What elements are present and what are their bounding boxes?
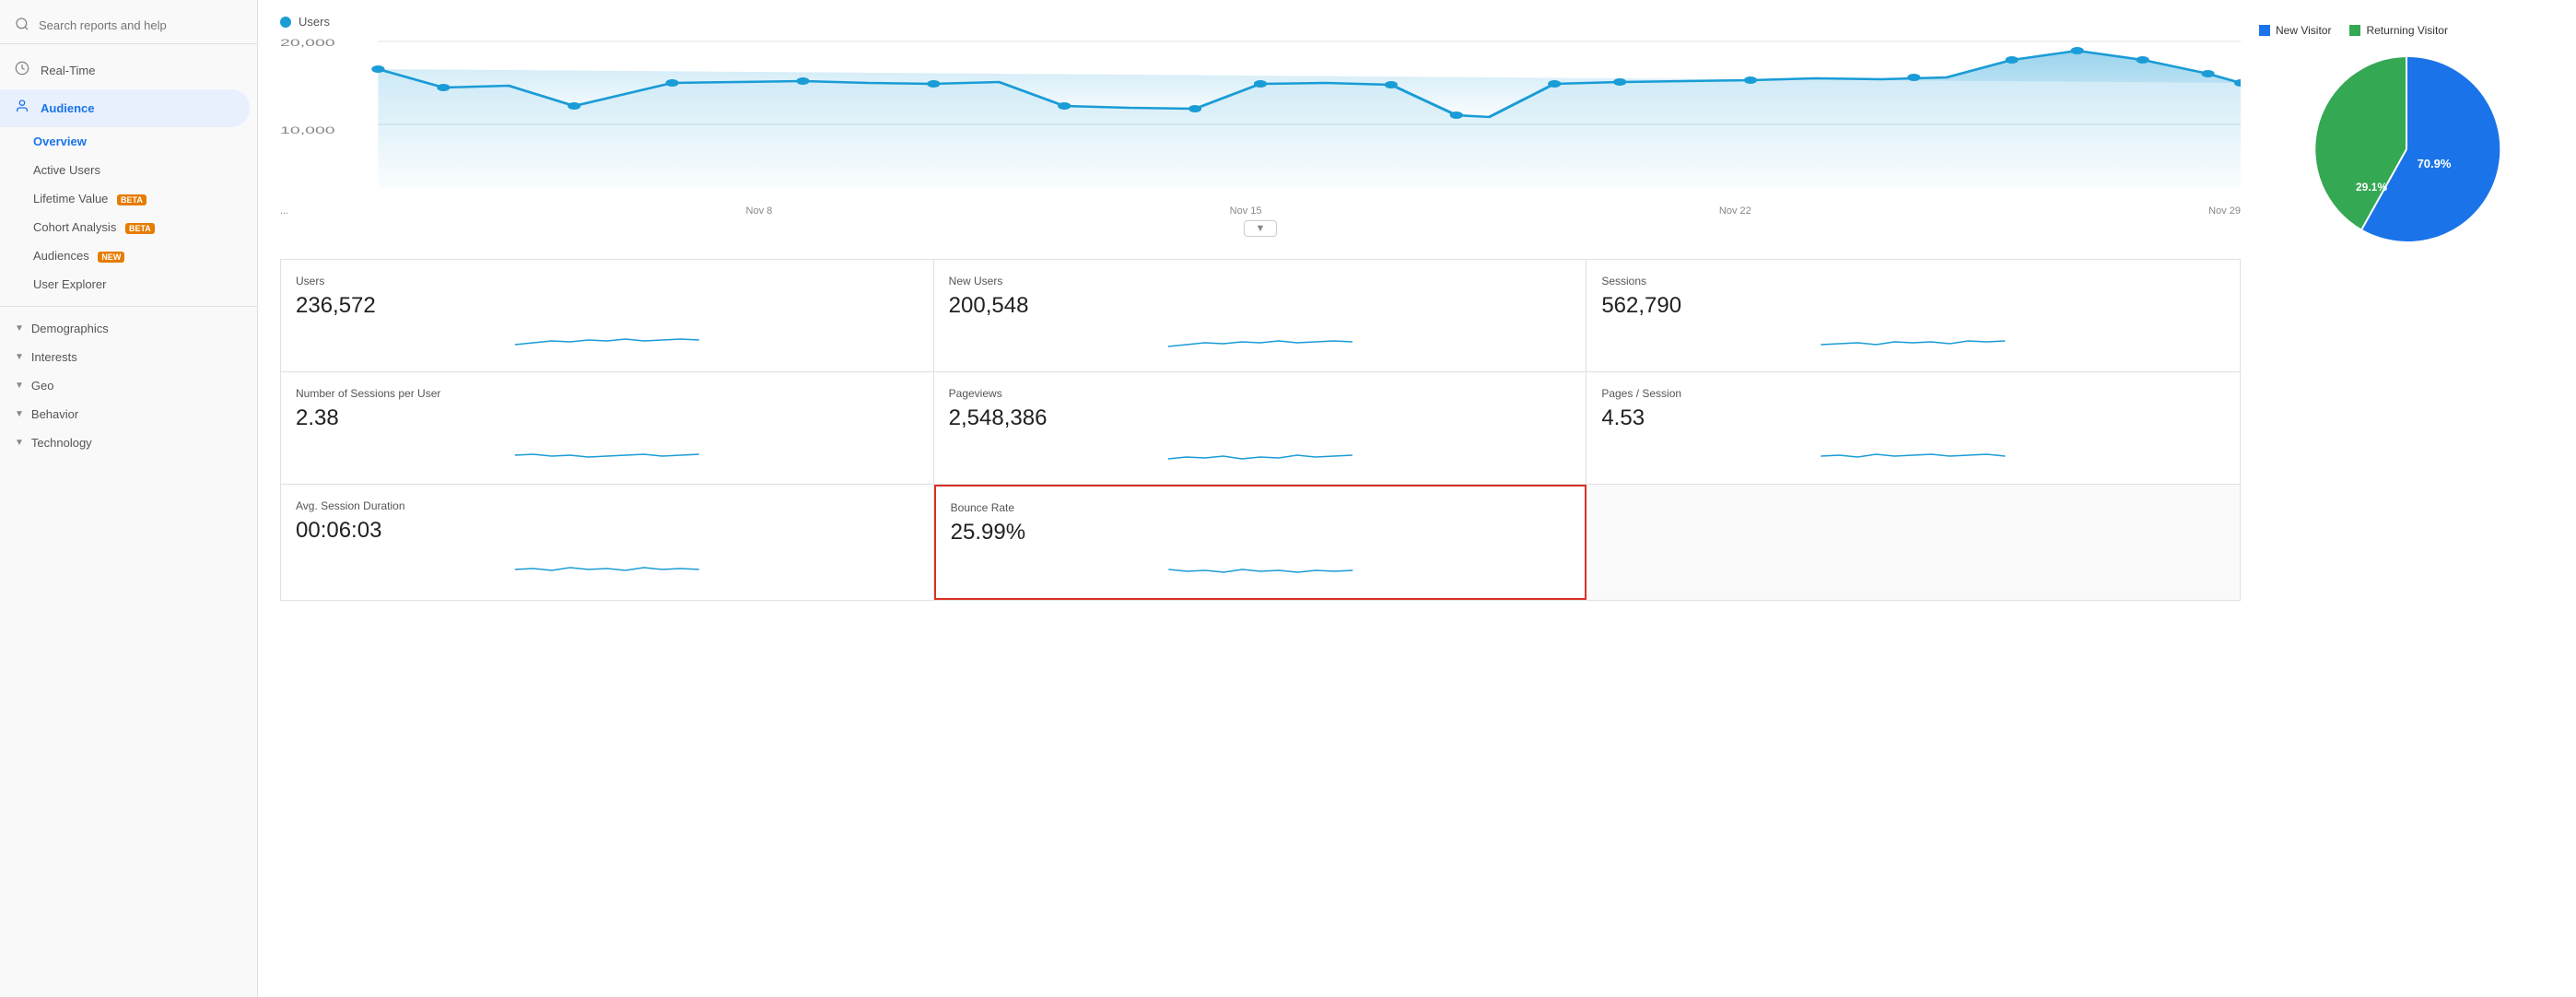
chart-header: Users	[280, 15, 2241, 29]
left-content: Users 20,000 10,000	[280, 15, 2259, 601]
metric-value: 562,790	[1601, 293, 2225, 319]
beta-badge: BETA	[117, 194, 146, 205]
metric-card-sessions: Sessions 562,790	[1587, 260, 2240, 372]
sidebar-sub-audiences[interactable]: Audiences NEW	[0, 241, 257, 270]
search-bar[interactable]	[0, 7, 257, 44]
pie-chart: 70.9% 29.1%	[2305, 48, 2508, 251]
svg-text:10,000: 10,000	[280, 125, 335, 136]
arrow-icon: ▼	[15, 352, 24, 362]
separator	[0, 306, 257, 307]
x-label-4: Nov 29	[2208, 205, 2241, 217]
new-visitor-label: New Visitor	[2276, 24, 2331, 37]
sidebar-sub-lifetime-value[interactable]: Lifetime Value BETA	[0, 184, 257, 213]
metric-value: 2,548,386	[949, 405, 1572, 431]
arrow-icon: ▼	[15, 381, 24, 391]
metric-value: 236,572	[296, 293, 919, 319]
sparkline-users	[296, 326, 919, 354]
sparkline-pps	[1601, 439, 2225, 466]
metric-label: Number of Sessions per User	[296, 387, 919, 400]
x-label-2: Nov 15	[1230, 205, 1262, 217]
sidebar-sub-cohort[interactable]: Cohort Analysis BETA	[0, 213, 257, 241]
pie-legend: New Visitor Returning Visitor	[2259, 24, 2554, 37]
pie-chart-wrapper: 70.9% 29.1%	[2305, 48, 2508, 251]
search-input[interactable]	[39, 18, 242, 32]
metric-card-avg-session: Avg. Session Duration 00:06:03	[281, 485, 934, 600]
metric-label: Pages / Session	[1601, 387, 2225, 400]
sidebar-collapsible-behavior[interactable]: ▼ Behavior	[0, 400, 257, 428]
metric-label: Bounce Rate	[951, 501, 1571, 514]
metric-card-pageviews: Pageviews 2,548,386	[934, 372, 1587, 485]
metric-label: Pageviews	[949, 387, 1572, 400]
sidebar-item-label: Real-Time	[41, 64, 95, 77]
new-visitor-pct-label: 70.9%	[2418, 157, 2452, 170]
audience-icon	[15, 99, 29, 118]
new-visitor-dot	[2259, 25, 2270, 36]
returning-visitor-label: Returning Visitor	[2366, 24, 2448, 37]
realtime-icon	[15, 61, 29, 80]
metric-value: 00:06:03	[296, 518, 919, 544]
returning-visitor-pct-label: 29.1%	[2356, 181, 2387, 194]
metric-value: 25.99%	[951, 520, 1571, 545]
arrow-icon: ▼	[15, 323, 24, 334]
search-icon	[15, 17, 29, 34]
sidebar-item-realtime[interactable]: Real-Time	[0, 52, 257, 89]
metric-card-new-users: New Users 200,548	[934, 260, 1587, 372]
chart-series-dot	[280, 17, 291, 28]
sparkline-spu	[296, 439, 919, 466]
metric-value: 2.38	[296, 405, 919, 431]
content-wrapper: Users 20,000 10,000	[280, 15, 2554, 601]
sparkline-new-users	[949, 326, 1572, 354]
legend-returning-visitor: Returning Visitor	[2349, 24, 2448, 37]
sidebar-collapsible-demographics[interactable]: ▼ Demographics	[0, 314, 257, 343]
beta-badge-cohort: BETA	[125, 223, 155, 234]
sidebar-collapsible-technology[interactable]: ▼ Technology	[0, 428, 257, 457]
arrow-icon: ▼	[15, 438, 24, 448]
new-badge-audiences: NEW	[98, 252, 124, 263]
x-label-1: Nov 8	[746, 205, 773, 217]
line-chart: 20,000 10,000	[280, 32, 2241, 198]
legend-new-visitor: New Visitor	[2259, 24, 2331, 37]
metric-label: Avg. Session Duration	[296, 499, 919, 512]
sidebar-item-audience[interactable]: Audience	[0, 89, 250, 127]
sidebar-collapsible-geo[interactable]: ▼ Geo	[0, 371, 257, 400]
metric-value: 200,548	[949, 293, 1572, 319]
metric-card-sessions-per-user: Number of Sessions per User 2.38	[281, 372, 934, 485]
metric-card-empty	[1587, 485, 2240, 600]
right-content: New Visitor Returning Visitor	[2259, 15, 2554, 601]
chart-series-label: Users	[299, 15, 330, 29]
collapse-chart-button[interactable]: ▼	[1244, 220, 1278, 237]
metric-card-bounce-rate-highlighted: Bounce Rate 25.99%	[934, 485, 1587, 600]
sidebar: Real-Time Audience Overview Active Users…	[0, 0, 258, 997]
metric-label: New Users	[949, 275, 1572, 287]
arrow-icon: ▼	[15, 409, 24, 419]
x-label-3: Nov 22	[1719, 205, 1751, 217]
chart-x-labels: ... Nov 8 Nov 15 Nov 22 Nov 29	[280, 202, 2241, 220]
metric-label: Users	[296, 275, 919, 287]
sidebar-item-label: Audience	[41, 101, 95, 115]
metrics-grid: Users 236,572 New Users 200,548 Sessions…	[280, 259, 2241, 601]
svg-text:20,000: 20,000	[280, 38, 335, 49]
metric-label: Sessions	[1601, 275, 2225, 287]
sidebar-sub-overview[interactable]: Overview	[0, 127, 257, 156]
chart-container: 20,000 10,000	[280, 32, 2241, 198]
sidebar-collapsible-interests[interactable]: ▼ Interests	[0, 343, 257, 371]
main-content: Users 20,000 10,000	[258, 0, 2576, 997]
sparkline-bounce	[951, 553, 1571, 581]
metric-card-pages-session: Pages / Session 4.53	[1587, 372, 2240, 485]
sidebar-sub-active-users[interactable]: Active Users	[0, 156, 257, 184]
metric-card-users: Users 236,572	[281, 260, 934, 372]
sparkline-sessions	[1601, 326, 2225, 354]
sparkline-avg-session	[296, 551, 919, 579]
sparkline-pageviews	[949, 439, 1572, 466]
metric-value: 4.53	[1601, 405, 2225, 431]
returning-visitor-dot	[2349, 25, 2360, 36]
x-label-0: ...	[280, 205, 288, 217]
sidebar-sub-user-explorer[interactable]: User Explorer	[0, 270, 257, 299]
